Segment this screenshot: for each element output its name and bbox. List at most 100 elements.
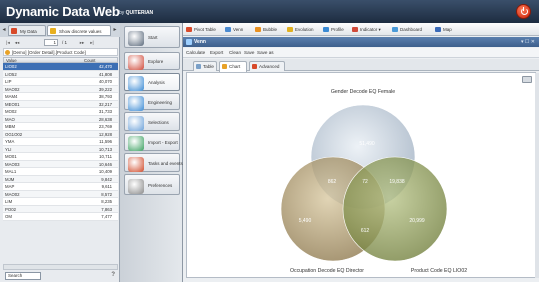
row-value: MBM: [5, 124, 16, 129]
discrete-values-icon: [50, 28, 56, 34]
menu-export[interactable]: Export: [210, 49, 223, 57]
table-row[interactable]: OG1O02 12,928: [3, 130, 118, 138]
table-row[interactable]: PO02 7,863: [3, 205, 118, 213]
help-icon[interactable]: ?: [111, 272, 115, 278]
horizontal-scrollbar[interactable]: [3, 264, 118, 270]
row-value: OM: [5, 214, 12, 219]
last-page-icon[interactable]: ▸|: [88, 39, 96, 46]
toolbar-bubble[interactable]: Bubble: [255, 26, 277, 33]
subtab-table[interactable]: Table: [193, 61, 217, 71]
vertical-scrollbar[interactable]: [535, 73, 539, 278]
toolbar-label: Bubble: [263, 27, 278, 32]
table-row[interactable]: MJM 9,842: [3, 175, 118, 183]
venn-set-3[interactable]: [342, 156, 448, 262]
field-breadcrumb: [Demo] [Order Detail].[Product Code]: [3, 48, 118, 56]
row-count: 10,713: [98, 146, 112, 152]
table-row[interactable]: MAO02 8,572: [3, 190, 118, 198]
subtab-chart[interactable]: Chart: [219, 61, 247, 72]
nav-label: Analysis: [148, 80, 165, 85]
toolbar-label: Dashboard: [400, 27, 423, 32]
nav-start[interactable]: Start: [124, 26, 180, 48]
toolbar-pivot-table[interactable]: Pivot Table: [186, 26, 216, 33]
nav-analysis[interactable]: Analysis: [124, 73, 180, 91]
venn-chart: Gender Decode EQ Female Occupation Decode…: [280, 89, 467, 274]
table-row[interactable]: LIP 40,070: [3, 78, 118, 86]
nav-label: Explore: [148, 59, 164, 64]
prev-page-icon[interactable]: ◂◂: [13, 39, 21, 46]
toolbar-icon: [287, 27, 293, 32]
refresh-icon[interactable]: [5, 50, 10, 55]
tab-scroll-right-icon[interactable]: ▸: [112, 25, 118, 36]
toolbar-evolution[interactable]: Evolution: [287, 26, 314, 33]
table-row[interactable]: MO01 10,711: [3, 153, 118, 161]
tab-scroll-left-icon[interactable]: ◂: [1, 25, 7, 36]
nav-preferences[interactable]: Preferences: [124, 174, 180, 195]
row-count: 11,596: [99, 139, 112, 144]
row-count: 8,235: [101, 199, 112, 204]
row-value: MAO02: [5, 191, 20, 197]
table-row[interactable]: MEO01 32,217: [3, 100, 118, 108]
row-count: 12,928: [98, 131, 112, 137]
nav-label: Tasks and events: [148, 161, 183, 166]
selections-icon: [128, 116, 144, 131]
toolbar-profile[interactable]: Profile: [323, 26, 344, 33]
nav-import-export[interactable]: Import - Export: [124, 133, 180, 151]
tab-show-discrete-values[interactable]: Show discrete values: [47, 25, 111, 36]
table-row[interactable]: YMA 11,596: [3, 138, 118, 146]
table-row[interactable]: LIM 8,235: [3, 198, 118, 206]
table-row[interactable]: MO02 31,733: [3, 108, 118, 116]
row-count: 7,477: [101, 214, 112, 219]
row-count: 10,646: [98, 161, 112, 167]
table-row[interactable]: MAM4 38,793: [3, 93, 118, 101]
venn-chart-pane: Gender Decode EQ Female Occupation Decode…: [186, 72, 536, 278]
table-row[interactable]: MAO 28,638: [3, 115, 118, 123]
toolbar-label: Pivot Table: [194, 27, 216, 32]
row-value: PO02: [5, 206, 16, 212]
toolbar-venn[interactable]: Venn: [225, 26, 243, 33]
first-page-icon[interactable]: |◂: [4, 39, 12, 46]
window-controls[interactable]: ▾ ☐ ✕: [521, 38, 535, 46]
row-count: 28,638: [98, 116, 112, 122]
row-value: MJM: [5, 176, 15, 182]
table-row[interactable]: MBM 23,769: [3, 123, 118, 131]
search-button[interactable]: Search: [5, 272, 41, 280]
row-value: MAM4: [5, 94, 18, 99]
menu-calculate[interactable]: Calculate: [186, 49, 205, 57]
subtab-advanced[interactable]: Advanced: [249, 61, 285, 71]
print-icon[interactable]: [522, 76, 532, 83]
table-row[interactable]: MAO03 10,646: [3, 160, 118, 168]
nav-engineering[interactable]: Engineering: [124, 93, 180, 111]
power-icon[interactable]: [516, 4, 531, 19]
nav-explore[interactable]: Explore: [124, 52, 180, 70]
toolbar-indicator[interactable]: Indicator ▾: [352, 26, 381, 33]
nav-tasks-and-events[interactable]: Tasks and events: [124, 153, 183, 172]
menu-save-as[interactable]: Save as: [257, 49, 274, 57]
breadcrumb-label: [Demo] [Order Detail].[Product Code]: [12, 50, 86, 55]
nav-label: Selections: [148, 120, 169, 125]
toolbar-map[interactable]: Map: [435, 26, 452, 33]
row-count: 23,769: [98, 124, 112, 129]
table-row[interactable]: MAL1 10,409: [3, 168, 118, 176]
tab-my-data[interactable]: My Data: [8, 25, 46, 36]
table-row[interactable]: MAP 9,611: [3, 183, 118, 191]
toolbar-dashboard[interactable]: Dashboard: [392, 26, 422, 33]
explore-icon: [128, 55, 144, 70]
nav-label: Start: [148, 35, 158, 40]
app-vendor-name: QUITERIAN: [125, 10, 154, 16]
next-page-icon[interactable]: ▸▸: [78, 39, 86, 46]
table-row[interactable]: LIO52 41,808: [3, 70, 118, 78]
nav-selections[interactable]: Selections: [124, 112, 180, 131]
subtab-label: Advanced: [259, 64, 280, 69]
table-row[interactable]: YLI 10,713: [3, 145, 118, 153]
row-count: 9,842: [101, 176, 112, 182]
page-input[interactable]: 1: [44, 39, 58, 46]
table-row[interactable]: MAO02 39,222: [3, 85, 118, 93]
toolbar-icon: [352, 27, 358, 32]
venn-region-value: 862: [328, 179, 337, 185]
table-row[interactable]: LIO02 42,470: [3, 63, 118, 71]
engineering-icon: [128, 96, 144, 111]
table-row[interactable]: OM 7,477: [3, 213, 118, 221]
menu-save[interactable]: Save: [244, 49, 254, 57]
subtab-label: Chart: [229, 64, 241, 69]
menu-clean[interactable]: Clean: [229, 49, 241, 57]
